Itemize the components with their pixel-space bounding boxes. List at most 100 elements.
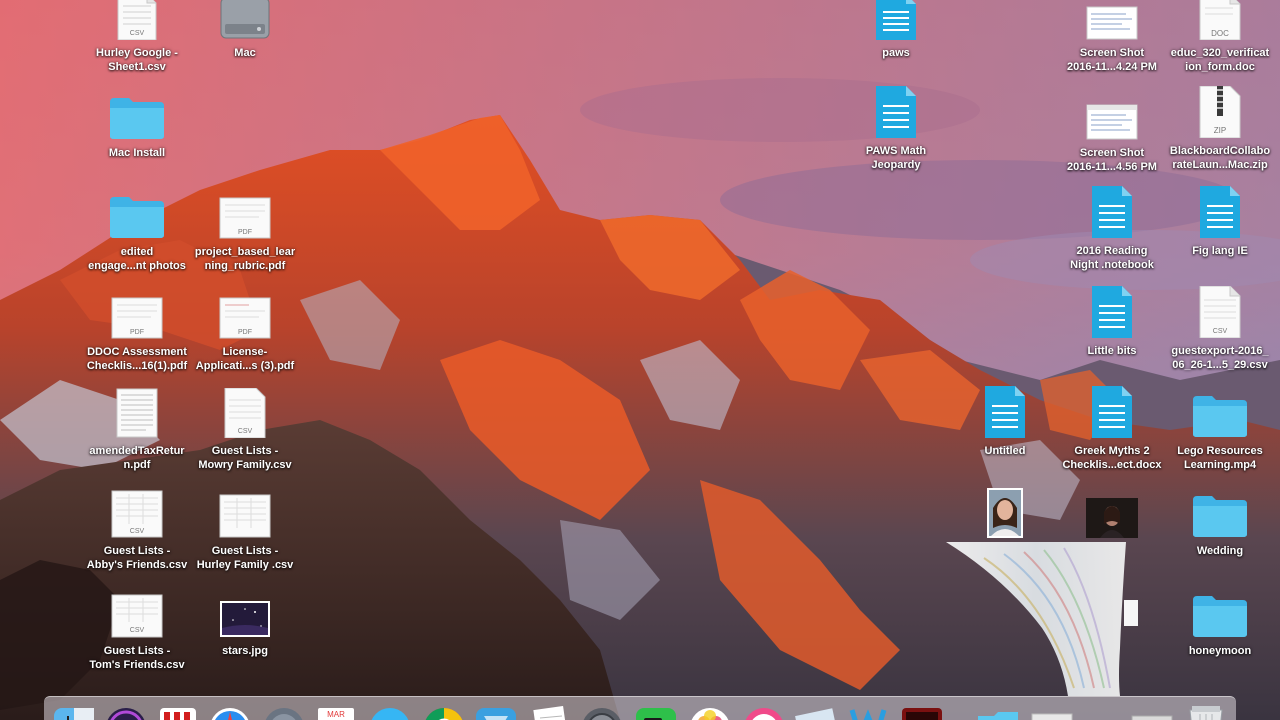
- notebook-file-little-bits[interactable]: Little bits: [1058, 286, 1166, 358]
- pdf-file-amended-tax-return[interactable]: amendedTaxRetur n.pdf: [83, 388, 191, 472]
- csv-file-guest-lists-hurley[interactable]: Guest Lists - Hurley Family .csv: [191, 492, 299, 572]
- folder-label: edited engage...nt photos: [88, 246, 186, 272]
- notebook-file-paws-math-jeopardy[interactable]: PAWS Math Jeopardy: [842, 86, 950, 172]
- file-label: amendedTaxRetur n.pdf: [89, 445, 185, 471]
- chrome-icon[interactable]: [422, 706, 466, 720]
- pdf-file-license-application[interactable]: PDF License- Applicati...s (3).pdf: [191, 293, 299, 373]
- folder-mac-install[interactable]: Mac Install: [83, 94, 191, 160]
- zip-archive-icon: ZIP: [1190, 86, 1250, 138]
- screenshot-file-1[interactable]: Screen Shot 2016-11...4.24 PM: [1058, 0, 1166, 74]
- notebook-document-icon: [866, 86, 926, 138]
- notebook-file-reading-night[interactable]: 2016 Reading Night .notebook: [1058, 186, 1166, 272]
- svg-text:CSV: CSV: [1213, 328, 1228, 335]
- notebook-document-icon: [866, 0, 926, 40]
- document-stack-icon[interactable]: [1030, 706, 1074, 720]
- screenshot-thumbnail-icon: [1082, 0, 1142, 40]
- file-label: paws: [882, 47, 910, 59]
- file-label: project_based_lear ning_rubric.pdf: [194, 246, 296, 272]
- document-icon: [107, 388, 167, 438]
- itunes-icon[interactable]: [742, 706, 786, 720]
- folder-label: Lego Resources Learning.mp4: [1177, 445, 1263, 471]
- svg-text:PDF: PDF: [238, 229, 252, 236]
- folder-wedding[interactable]: Wedding: [1166, 492, 1274, 558]
- messages-icon[interactable]: [368, 706, 412, 720]
- finder-icon[interactable]: [52, 706, 96, 720]
- photo-booth-icon[interactable]: [156, 706, 200, 720]
- file-label: Fig lang IE: [1192, 245, 1248, 257]
- csv-document-icon: CSV: [1190, 286, 1250, 338]
- file-label: guestexport-2016_ 06_26-1...5_29.csv: [1171, 345, 1269, 371]
- hard-drive-icon: [215, 0, 275, 40]
- csv-file-guest-lists-mowry[interactable]: CSV Guest Lists - Mowry Family.csv: [191, 388, 299, 472]
- file-label: Guest Lists - Abby's Friends.csv: [86, 545, 188, 571]
- notebook-document-icon: [1082, 186, 1142, 238]
- pdf-file-ddoc-assessment[interactable]: PDF DDOC Assessment Checklis...16(1).pdf: [83, 293, 191, 373]
- downloads-folder-icon[interactable]: [976, 706, 1020, 720]
- svg-text:CSV: CSV: [238, 428, 253, 435]
- drive-mac[interactable]: Mac: [191, 0, 299, 60]
- notebook-file-fig-lang-ie[interactable]: Fig lang IE: [1166, 186, 1274, 258]
- pdf-file-project-based-learning-rubric[interactable]: PDF project_based_lear ning_rubric.pdf: [191, 193, 299, 273]
- file-label: Hurley Google - Sheet1.csv: [96, 47, 178, 73]
- notes-icon[interactable]: [794, 706, 838, 720]
- drive-label: Mac: [234, 47, 256, 59]
- folder-edited-engagement-photos[interactable]: edited engage...nt photos: [83, 193, 191, 273]
- folder-lego-resources[interactable]: Lego Resources Learning.mp4: [1166, 392, 1274, 472]
- svg-text:CSV: CSV: [130, 528, 145, 535]
- csv-document-icon: [215, 492, 275, 538]
- textedit-icon[interactable]: [528, 706, 572, 720]
- svg-text:ZIP: ZIP: [1214, 126, 1226, 135]
- facetime-icon[interactable]: [634, 706, 678, 720]
- file-label: License- Applicati...s (3).pdf: [195, 346, 295, 372]
- csv-file-guestexport[interactable]: CSV guestexport-2016_ 06_26-1...5_29.csv: [1166, 286, 1274, 372]
- folder-icon: [107, 193, 167, 239]
- file-label: BlackboardCollabo rateLaun...Mac.zip: [1169, 145, 1271, 171]
- file-label: 2016 Reading Night .notebook: [1070, 245, 1154, 271]
- photo-thumbnail-icon: [1082, 492, 1142, 538]
- doc-file-educ-320-verification[interactable]: DOC educ_320_verificat ion_form.doc: [1166, 0, 1274, 74]
- screenshot-file-2[interactable]: Screen Shot 2016-11...4.56 PM: [1058, 94, 1166, 174]
- csv-file-hurley-google-sheet1[interactable]: CSV Hurley Google - Sheet1.csv: [83, 0, 191, 74]
- photo-file-woman-1[interactable]: [951, 488, 1059, 544]
- folder-honeymoon[interactable]: honeymoon: [1166, 592, 1274, 658]
- file-label: Guest Lists - Tom's Friends.csv: [89, 645, 185, 671]
- launchpad-icon[interactable]: [262, 706, 306, 720]
- zip-file-blackboard-collaborate[interactable]: ZIP BlackboardCollabo rateLaun...Mac.zip: [1166, 86, 1274, 172]
- screenshot-thumbnail-icon: [1082, 94, 1142, 140]
- file-label: Guest Lists - Mowry Family.csv: [198, 445, 292, 471]
- file-label: DDOC Assessment Checklis...16(1).pdf: [86, 346, 188, 372]
- smart-notebook-icon[interactable]: [846, 706, 890, 720]
- documents-stack-icon[interactable]: [1130, 706, 1174, 720]
- folder-label: Wedding: [1196, 545, 1244, 557]
- safari-icon[interactable]: [208, 706, 252, 720]
- trash-icon[interactable]: [1184, 706, 1228, 720]
- folder-label: Mac Install: [108, 147, 166, 159]
- file-label: Greek Myths 2 Checklis...ect.docx: [1062, 445, 1162, 471]
- csv-file-guest-lists-tom[interactable]: CSV Guest Lists - Tom's Friends.csv: [83, 592, 191, 672]
- file-label: PAWS Math Jeopardy: [865, 145, 927, 171]
- notebook-document-icon: [975, 386, 1035, 438]
- folder-icon: [1190, 492, 1250, 538]
- system-preferences-icon[interactable]: [580, 706, 624, 720]
- photos-icon[interactable]: [688, 706, 732, 720]
- csv-file-guest-lists-abby[interactable]: CSV Guest Lists - Abby's Friends.csv: [83, 490, 191, 572]
- genie-minimize-animation: [946, 542, 1138, 696]
- acrobat-icon[interactable]: [900, 706, 944, 720]
- csv-document-icon: CSV: [107, 0, 167, 40]
- xcode-icon[interactable]: [474, 706, 518, 720]
- notebook-file-untitled[interactable]: Untitled: [951, 386, 1059, 458]
- csv-document-icon: CSV: [215, 388, 275, 438]
- notebook-file-greek-myths[interactable]: Greek Myths 2 Checklis...ect.docx: [1058, 386, 1166, 472]
- calendar-icon[interactable]: MAR: [314, 706, 358, 720]
- svg-text:PDF: PDF: [238, 329, 252, 336]
- notebook-document-icon: [1082, 386, 1142, 438]
- siri-icon[interactable]: [104, 706, 148, 720]
- folder-icon: [1190, 392, 1250, 438]
- csv-document-icon: CSV: [107, 490, 167, 538]
- file-label: Screen Shot 2016-11...4.56 PM: [1067, 147, 1157, 173]
- svg-text:CSV: CSV: [130, 30, 145, 37]
- notebook-document-icon: [1082, 286, 1142, 338]
- photo-file-woman-2[interactable]: [1058, 492, 1166, 544]
- notebook-file-paws[interactable]: paws: [842, 0, 950, 60]
- image-file-stars[interactable]: stars.jpg: [191, 592, 299, 658]
